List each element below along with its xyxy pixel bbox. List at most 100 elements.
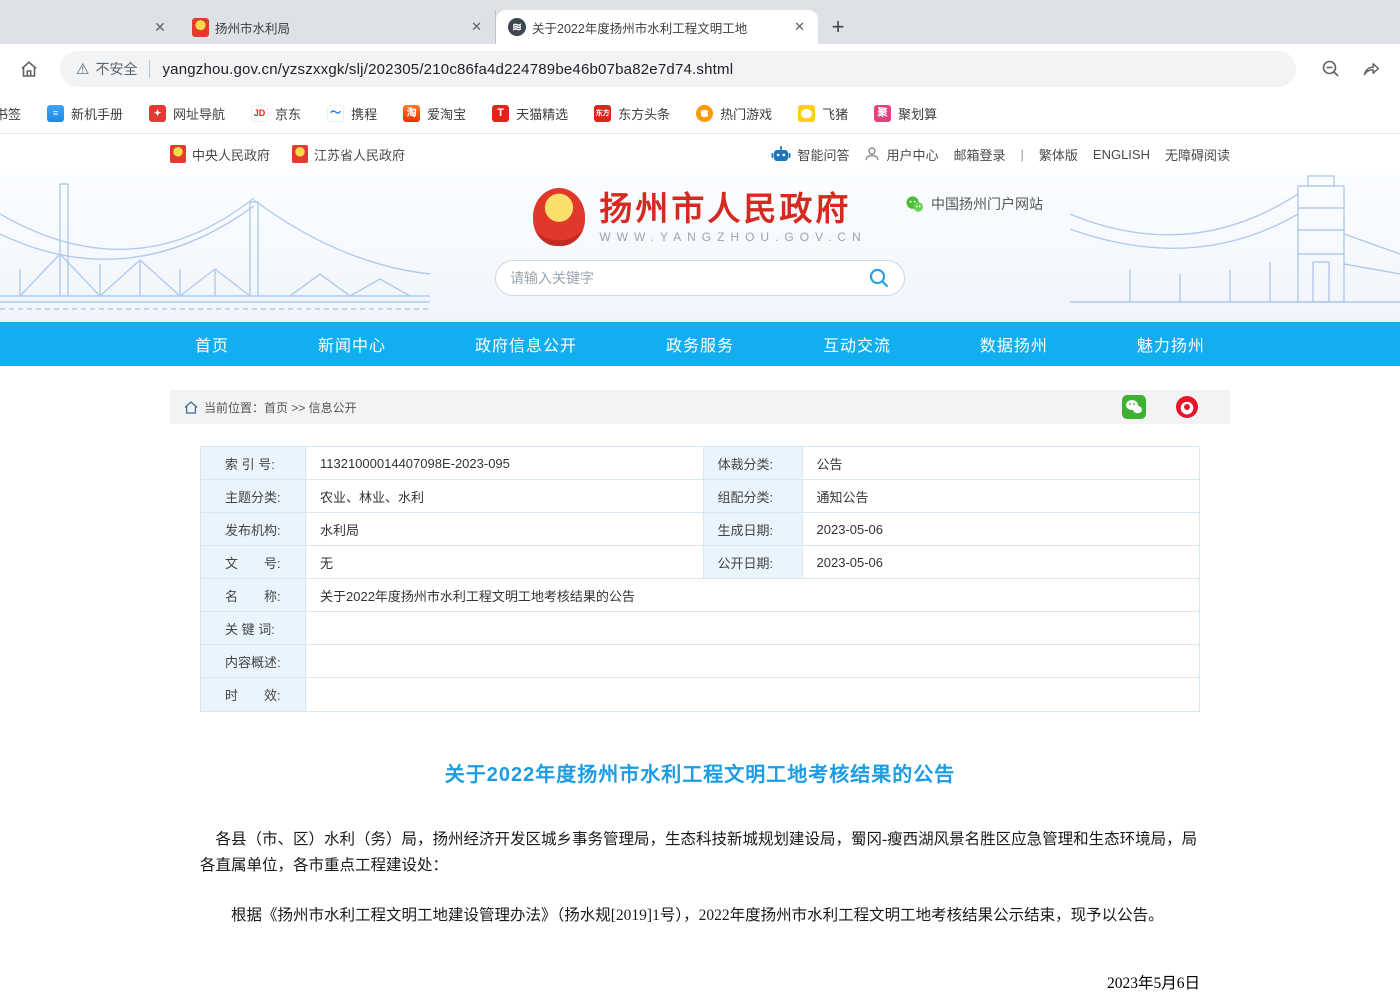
site-url: WWW.YANGZHOU.GOV.CN xyxy=(599,230,866,244)
address-bar[interactable]: ⚠ 不安全 yangzhou.gov.cn/yzszxxgk/slj/20230… xyxy=(60,51,1296,87)
article-title: 关于2022年度扬州市水利工程文明工地考核结果的公告 xyxy=(200,758,1200,787)
field-label: 名 称: xyxy=(201,579,306,611)
table-row: 发布机构: 水利局 生成日期: 2023-05-06 xyxy=(201,513,1199,546)
table-row: 内容概述: xyxy=(201,645,1199,678)
field-label: 索 引 号: xyxy=(201,447,306,479)
url-text[interactable]: yangzhou.gov.cn/yzszxxgk/slj/202305/210c… xyxy=(162,61,733,78)
field-value xyxy=(306,645,1199,677)
nav-news[interactable]: 新闻中心 xyxy=(318,332,386,356)
bookmark-site-nav[interactable]: ✦网址导航 xyxy=(149,104,225,123)
tab-title: 关于2022年度扬州市水利工程文明工地 xyxy=(532,18,783,37)
gov-utility-bar: 中央人民政府 江苏省人民政府 智能问答 xyxy=(0,134,1400,174)
field-label: 文 号: xyxy=(201,546,306,578)
user-icon xyxy=(864,146,880,162)
field-value: 2023-05-06 xyxy=(803,513,1200,545)
search-input[interactable] xyxy=(510,270,868,286)
table-row: 时 效: xyxy=(201,678,1199,711)
browser-toolbar: ⚠ 不安全 yangzhou.gov.cn/yzszxxgk/slj/20230… xyxy=(0,44,1400,94)
home-icon[interactable] xyxy=(16,56,42,82)
nav-data[interactable]: 数据扬州 xyxy=(980,332,1048,356)
link-central-gov[interactable]: 中央人民政府 xyxy=(170,145,270,164)
field-label: 组配分类: xyxy=(703,480,803,512)
field-value: 公告 xyxy=(803,447,1200,479)
security-label: 不安全 xyxy=(95,59,137,79)
field-value: 2023-05-06 xyxy=(803,546,1200,578)
nav-interaction[interactable]: 互动交流 xyxy=(823,332,891,356)
link-jiangsu-gov[interactable]: 江苏省人民政府 xyxy=(292,145,405,164)
tab-close-icon[interactable]: ✕ xyxy=(466,17,487,37)
bookmark-tmall[interactable]: T天猫精选 xyxy=(492,104,568,123)
article-paragraph: 根据《扬州市水利工程文明工地建设管理办法》（扬水规[2019]1号），2022年… xyxy=(200,903,1200,929)
gov-emblem-favicon-icon xyxy=(192,18,209,37)
bookmark-fliggy[interactable]: 飞猪 xyxy=(798,104,848,123)
tab-strip: ✕ 扬州市水利局 ✕ ≋ 关于2022年度扬州市水利工程文明工地 ✕ + xyxy=(0,0,1400,44)
page-content: 当前位置：首页 >> 信息公开 索 引 号: 11321000014407098… xyxy=(170,390,1230,997)
share-icon[interactable] xyxy=(1358,56,1384,82)
site-favicon-icon: ≋ xyxy=(508,18,526,36)
tmall-icon: T xyxy=(492,105,509,122)
bookmark-ctrip[interactable]: 〜携程 xyxy=(327,104,377,123)
field-label: 主题分类: xyxy=(201,480,306,512)
field-value: 水利局 xyxy=(306,513,703,545)
nav-home[interactable]: 首页 xyxy=(195,332,229,356)
separator: | xyxy=(1021,147,1024,162)
emblem-icon xyxy=(170,145,186,163)
home-icon[interactable] xyxy=(184,401,198,414)
bookmark-toutiao[interactable]: 东方东方头条 xyxy=(594,104,670,123)
tab-announcement-active[interactable]: ≋ 关于2022年度扬州市水利工程文明工地 ✕ xyxy=(496,10,818,44)
emblem-icon xyxy=(292,145,308,163)
weibo-share-icon[interactable] xyxy=(1176,396,1198,418)
bookmark-manual[interactable]: ≡新机手册 xyxy=(47,104,123,123)
partial-tab-close-button[interactable]: ✕ xyxy=(140,10,180,44)
link-user-center[interactable]: 用户中心 xyxy=(864,145,938,164)
field-label: 体裁分类: xyxy=(703,447,803,479)
table-row: 文 号: 无 公开日期: 2023-05-06 xyxy=(201,546,1199,579)
site-search xyxy=(495,260,905,296)
link-smart-qa[interactable]: 智能问答 xyxy=(771,145,849,164)
not-secure-warning-icon[interactable]: ⚠ xyxy=(76,60,89,78)
bookmark-taobao[interactable]: 淘爱淘宝 xyxy=(403,104,466,123)
bookmark-juhuasuan[interactable]: 聚聚划算 xyxy=(874,104,937,123)
link-traditional[interactable]: 繁体版 xyxy=(1039,145,1078,164)
robot-icon xyxy=(771,146,791,163)
bookmark-clipped[interactable]: 机书签 xyxy=(0,104,21,123)
portal-label[interactable]: 中国扬州门户网站 xyxy=(905,194,1043,214)
nav-services[interactable]: 政务服务 xyxy=(666,332,734,356)
link-accessible[interactable]: 无障碍阅读 xyxy=(1165,145,1230,164)
wechat-share-icon[interactable] xyxy=(1122,395,1146,419)
search-icon[interactable] xyxy=(868,267,890,289)
main-nav: 首页 新闻中心 政府信息公开 政务服务 互动交流 数据扬州 魅力扬州 xyxy=(0,322,1400,366)
metadata-table: 索 引 号: 11321000014407098E-2023-095 体裁分类:… xyxy=(200,446,1200,712)
bookmark-jd[interactable]: JD京东 xyxy=(251,104,301,123)
wechat-icon xyxy=(905,195,924,214)
field-value: 无 xyxy=(306,546,703,578)
table-row: 主题分类: 农业、林业、水利 组配分类: 通知公告 xyxy=(201,480,1199,513)
breadcrumb-text: 当前位置：首页 >> 信息公开 xyxy=(204,399,357,416)
field-value: 通知公告 xyxy=(803,480,1200,512)
article: 关于2022年度扬州市水利工程文明工地考核结果的公告 各县（市、区）水利（务）局… xyxy=(170,758,1230,997)
jd-icon: JD xyxy=(251,105,268,122)
table-row: 索 引 号: 11321000014407098E-2023-095 体裁分类:… xyxy=(201,447,1199,480)
link-mail-login[interactable]: 邮箱登录 xyxy=(953,145,1005,164)
table-row: 名 称: 关于2022年度扬州市水利工程文明工地考核结果的公告 xyxy=(201,579,1199,612)
field-value xyxy=(306,678,1199,711)
tab-close-icon[interactable]: ✕ xyxy=(789,17,810,37)
national-emblem-logo xyxy=(533,188,585,246)
field-label: 公开日期: xyxy=(703,546,803,578)
dongfang-icon: 东方 xyxy=(594,105,611,122)
tab-yangzhou-water-bureau[interactable]: 扬州市水利局 ✕ xyxy=(180,10,496,44)
bookmarks-bar: 机书签 ≡新机手册 ✦网址导航 JD京东 〜携程 淘爱淘宝 T天猫精选 东方东方… xyxy=(0,94,1400,134)
link-english[interactable]: ENGLISH xyxy=(1093,147,1150,162)
field-value: 11321000014407098E-2023-095 xyxy=(306,447,703,479)
manual-icon: ≡ xyxy=(47,105,64,122)
field-label: 时 效: xyxy=(201,678,306,711)
nav-charm[interactable]: 魅力扬州 xyxy=(1137,332,1205,356)
article-date: 2023年5月6日 xyxy=(200,971,1200,993)
site-name: 扬州市人民政府 xyxy=(599,190,866,228)
nav-info-disclosure[interactable]: 政府信息公开 xyxy=(475,332,577,356)
field-label: 生成日期: xyxy=(703,513,803,545)
bookmark-games[interactable]: 热门游戏 xyxy=(696,104,772,123)
article-paragraph: 各县（市、区）水利（务）局，扬州经济开发区城乡事务管理局，生态科技新城规划建设局… xyxy=(200,827,1200,879)
zoom-out-icon[interactable] xyxy=(1318,56,1344,82)
new-tab-button[interactable]: + xyxy=(818,10,858,44)
